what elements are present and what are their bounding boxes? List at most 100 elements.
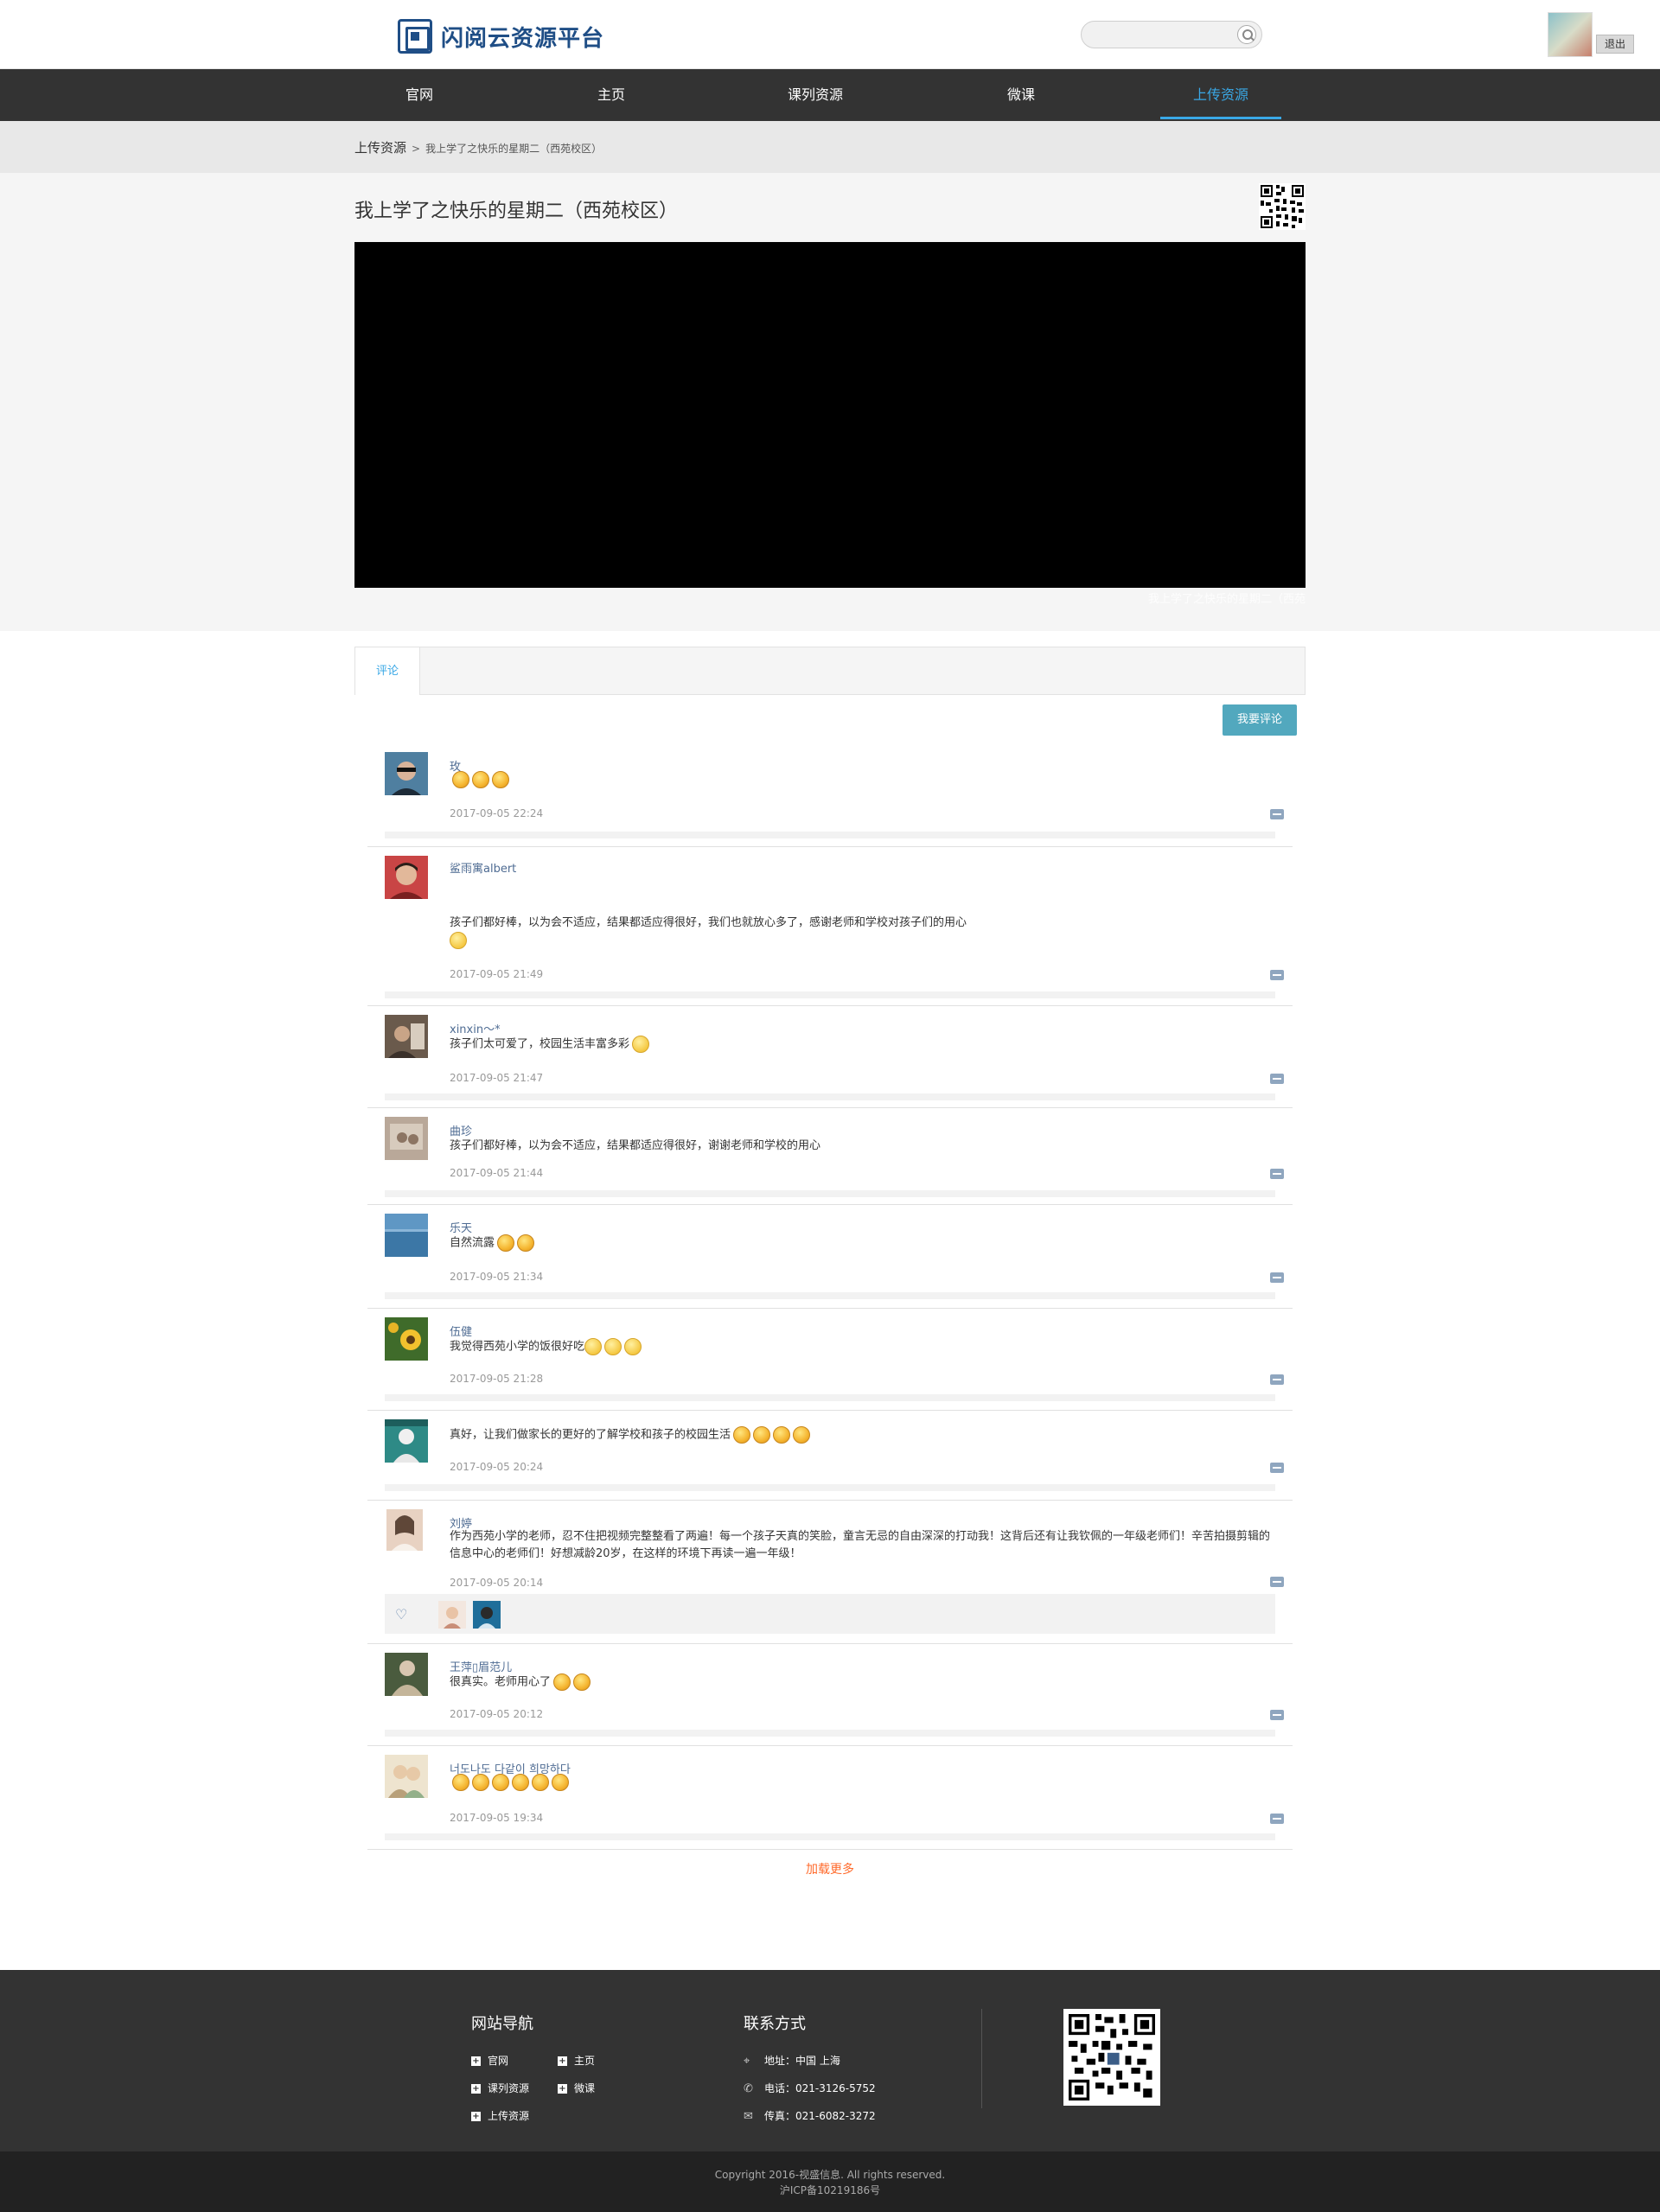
comment-time: 2017-09-05 21:47 — [450, 1072, 544, 1084]
footer-link-official[interactable]: + 官网 — [471, 2053, 508, 2068]
comment-divider — [385, 1093, 1275, 1100]
comment-item: 曲珍 孩子们都好棒，以为会不适应，结果都适应得很好，谢谢老师和学校的用心 201… — [367, 1108, 1293, 1205]
thumbs-up-icon — [492, 771, 509, 788]
commenter-avatar[interactable] — [385, 1015, 428, 1058]
comment-tabs: 评论 — [354, 647, 1306, 695]
comment-divider — [385, 1190, 1275, 1197]
site-logo[interactable]: 闪阅云资源平台 — [398, 19, 604, 54]
footer-link-home[interactable]: + 主页 — [558, 2053, 595, 2068]
reply-icon[interactable] — [1270, 1169, 1284, 1179]
comment-divider — [385, 1730, 1275, 1737]
top-header: 闪阅云资源平台 退出 — [0, 0, 1660, 69]
commenter-avatar[interactable] — [385, 1214, 428, 1257]
liker-avatar[interactable] — [438, 1601, 466, 1629]
commenter-avatar[interactable] — [385, 1317, 428, 1361]
footer-link-label: 微课 — [574, 2082, 596, 2094]
add-comment-button[interactable]: 我要评论 — [1223, 704, 1297, 736]
nav-item-official[interactable]: 官网 — [354, 69, 484, 121]
nav-item-micro-course[interactable]: 微课 — [956, 69, 1086, 121]
footer-link-upload[interactable]: + 上传资源 — [471, 2108, 529, 2123]
commenter-name[interactable]: 鲨雨寓albert — [450, 859, 516, 876]
commenter-name[interactable]: 王萍▯眉范儿 — [450, 1658, 512, 1674]
commenter-avatar[interactable] — [385, 1117, 428, 1160]
comment-text — [450, 1774, 1271, 1792]
thumbs-up-icon — [517, 1234, 535, 1252]
reply-icon[interactable] — [1270, 1374, 1284, 1385]
commenter-avatar[interactable] — [385, 1755, 428, 1798]
reply-icon[interactable] — [1270, 809, 1284, 819]
commenter-name[interactable]: 乐天 — [450, 1219, 472, 1235]
search-icon[interactable] — [1237, 25, 1256, 44]
copyright-text: Copyright 2016-视盛信息. All rights reserved… — [714, 2169, 946, 2181]
thinking-emoji-icon — [584, 1338, 603, 1355]
reply-icon[interactable] — [1270, 970, 1284, 980]
comment-text-body: 孩子们太可爱了，校园生活丰富多彩 — [450, 1037, 630, 1051]
commenter-name[interactable]: 曲珍 — [450, 1122, 472, 1138]
footer-qr-code — [1063, 2009, 1160, 2106]
footer-link-label: 上传资源 — [488, 2110, 530, 2122]
qr-code-icon[interactable] — [1259, 183, 1306, 230]
breadcrumb-separator: > — [412, 143, 421, 155]
comment-time: 2017-09-05 21:49 — [450, 968, 544, 980]
smile-emoji-icon — [450, 932, 467, 949]
comment-item: 乐天 自然流露 2017-09-05 21:34 — [367, 1205, 1293, 1309]
reply-icon[interactable] — [1270, 1272, 1284, 1283]
comment-time: 2017-09-05 21:28 — [450, 1373, 544, 1385]
comment-text-body: 孩子们都好棒，以为会不适应，结果都适应得很好，我们也就放心多了，感谢老师和学校对… — [450, 916, 967, 929]
thumbs-up-icon — [553, 1673, 571, 1691]
nav-item-home[interactable]: 主页 — [546, 69, 676, 121]
comment-text: 孩子们都好棒，以为会不适应，结果都适应得很好，谢谢老师和学校的用心 — [450, 1139, 821, 1152]
comment-item: 真好，让我们做家长的更好的了解学校和孩子的校园生活 2017-09-05 20:… — [367, 1411, 1293, 1501]
comment-item: 伍健 我觉得西苑小学的饭很好吃 2017-09-05 21:28 — [367, 1309, 1293, 1411]
comment-text-body: 很真实。老师用心了 — [450, 1675, 552, 1689]
thumbs-up-icon — [573, 1673, 591, 1691]
user-avatar[interactable] — [1548, 12, 1593, 57]
thumbs-up-icon — [492, 1774, 509, 1791]
comment-text — [450, 771, 1271, 789]
liker-avatar[interactable] — [473, 1601, 501, 1629]
page-title: 我上学了之快乐的星期二（西苑校区） — [354, 201, 679, 222]
footer-link-series[interactable]: + 课列资源 — [471, 2081, 529, 2095]
footer-fax: ✉ 传真：021-6082-3272 — [744, 2108, 876, 2123]
reply-icon[interactable] — [1270, 1814, 1284, 1824]
nav-item-upload[interactable]: 上传资源 — [1160, 69, 1281, 121]
comment-text-body: 真好，让我们做家长的更好的了解学校和孩子的校园生活 — [450, 1428, 731, 1442]
breadcrumb-root[interactable]: 上传资源 — [354, 140, 406, 156]
heart-icon[interactable]: ♡ — [395, 1606, 407, 1622]
commenter-avatar[interactable] — [385, 856, 428, 899]
reply-icon[interactable] — [1270, 1710, 1284, 1720]
comment-text: 很真实。老师用心了 — [450, 1673, 1271, 1692]
commenter-name[interactable]: xinxin～* — [450, 1020, 501, 1036]
comment-text: 真好，让我们做家长的更好的了解学校和孩子的校园生活 — [450, 1426, 1271, 1444]
thumbs-up-icon — [753, 1426, 771, 1444]
footer-link-label: 主页 — [574, 2055, 596, 2067]
commenter-name[interactable]: 伍健 — [450, 1323, 472, 1339]
commenter-avatar[interactable] — [385, 1653, 428, 1696]
reply-icon[interactable] — [1270, 1577, 1284, 1587]
video-player[interactable] — [354, 242, 1306, 588]
comment-time: 2017-09-05 20:24 — [450, 1461, 544, 1473]
comment-time: 2017-09-05 20:14 — [450, 1577, 544, 1589]
qr-code-icon — [1069, 2014, 1155, 2100]
breadcrumb: 上传资源 > 我上学了之快乐的星期二（西苑校区） — [354, 138, 602, 156]
video-section: 我上学了之快乐的星期二（西苑校区） 我上学了之快乐的星期二（西苑 — [0, 173, 1660, 631]
comment-time: 2017-09-05 19:34 — [450, 1812, 544, 1824]
load-more-link[interactable]: 加载更多 — [0, 1860, 1660, 1877]
site-footer: 网站导航 + 官网 + 主页 + 课列资源 + 微课 + 上传资源 联系方式 ⌖ 地址：中国… — [0, 1970, 1660, 2151]
nav-item-series-resources[interactable]: 课列资源 — [750, 69, 880, 121]
reply-icon[interactable] — [1270, 1074, 1284, 1084]
logout-button[interactable]: 退出 — [1596, 35, 1634, 54]
footer-link-micro[interactable]: + 微课 — [558, 2081, 595, 2095]
commenter-avatar[interactable] — [385, 1419, 428, 1463]
comment-text: 孩子们都好棒，以为会不适应，结果都适应得很好，我们也就放心多了，感谢老师和学校对… — [450, 915, 1271, 950]
plus-icon: + — [471, 2056, 481, 2066]
thumbs-up-icon — [552, 1774, 569, 1791]
breadcrumb-current: 我上学了之快乐的星期二（西苑校区） — [425, 143, 603, 155]
commenter-avatar[interactable] — [385, 752, 428, 795]
commenter-avatar[interactable] — [386, 1509, 423, 1551]
thumbs-up-icon — [793, 1426, 811, 1444]
search-input[interactable] — [1081, 21, 1262, 48]
reply-icon[interactable] — [1270, 1463, 1284, 1473]
tab-comments[interactable]: 评论 — [354, 647, 420, 695]
phone-icon: ✆ — [744, 2082, 753, 2095]
